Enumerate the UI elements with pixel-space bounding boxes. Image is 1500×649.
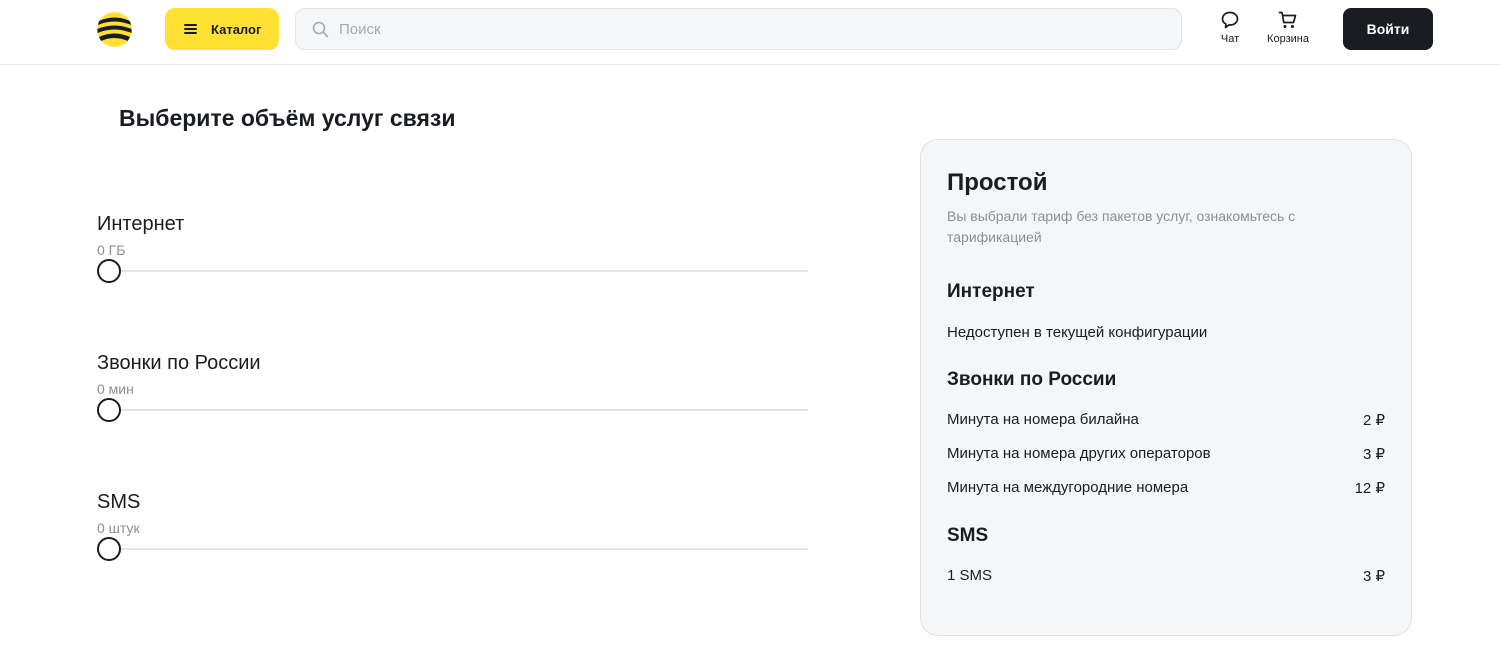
search-bar[interactable]: [295, 8, 1182, 50]
cart-button[interactable]: Корзина: [1260, 10, 1316, 45]
internet-slider-name: Интернет: [97, 213, 185, 235]
price-row-label: Минута на номера других операторов: [947, 445, 1211, 462]
sms-slider-name: SMS: [97, 491, 141, 513]
price-row-value: 3 ₽: [1362, 568, 1385, 585]
price-row-label: Минута на номера билайна: [947, 411, 1139, 428]
slider-thumb[interactable]: [97, 398, 121, 422]
slider-track[interactable]: [109, 270, 808, 272]
tariff-subtitle: Вы выбрали тариф без пакетов услуг, озна…: [947, 208, 1296, 245]
top-header: Каталог Чат Корзина Войти: [0, 0, 1500, 65]
price-row: 1 SMS 3 ₽: [947, 567, 1385, 585]
calls-heading: Звонки по России: [947, 369, 1117, 390]
cart-label: Корзина: [1267, 33, 1309, 45]
tariff-title: Простой: [947, 169, 1048, 196]
internet-slider[interactable]: [97, 258, 808, 284]
catalog-label: Каталог: [211, 21, 262, 37]
tariff-summary-card: Простой Вы выбрали тариф без пакетов усл…: [920, 139, 1412, 636]
cart-icon: [1278, 11, 1297, 28]
internet-heading: Интернет: [947, 281, 1035, 302]
calls-slider[interactable]: [97, 397, 808, 423]
slider-thumb[interactable]: [97, 259, 121, 283]
price-row: Минута на номера билайна 2 ₽: [947, 411, 1385, 429]
price-row-value: 2 ₽: [1362, 412, 1385, 429]
internet-note: Недоступен в текущей конфигурации: [947, 324, 1208, 341]
login-button[interactable]: Войти: [1343, 8, 1433, 50]
catalog-button[interactable]: Каталог: [165, 8, 279, 50]
sms-slider-value: 0 штук: [97, 520, 140, 536]
sms-slider-group: SMS 0 штук: [97, 491, 808, 562]
slider-track[interactable]: [109, 409, 808, 411]
sms-heading: SMS: [947, 525, 989, 546]
chat-label: Чат: [1220, 33, 1240, 45]
calls-slider-group: Звонки по России 0 мин: [97, 352, 808, 423]
price-row-label: Минута на междугородние номера: [947, 479, 1189, 496]
slider-track[interactable]: [109, 548, 808, 550]
calls-slider-name: Звонки по России: [97, 352, 261, 374]
price-row: Минута на номера других операторов 3 ₽: [947, 445, 1385, 463]
price-row-value: 3 ₽: [1362, 446, 1385, 463]
menu-icon: [184, 24, 197, 34]
chat-icon: [1221, 11, 1239, 29]
page-title: Выберите объём услуг связи: [119, 105, 456, 131]
internet-slider-value: 0 ГБ: [97, 242, 126, 258]
price-row: Минута на междугородние номера 12 ₽: [947, 479, 1385, 497]
beeline-logo-icon[interactable]: [97, 12, 132, 47]
price-row-label: 1 SMS: [947, 567, 993, 584]
price-row-value: 12 ₽: [1354, 480, 1385, 497]
calls-slider-value: 0 мин: [97, 381, 134, 397]
search-input[interactable]: [339, 20, 1139, 38]
chat-button[interactable]: Чат: [1212, 10, 1248, 45]
slider-thumb[interactable]: [97, 537, 121, 561]
sms-slider[interactable]: [97, 536, 808, 562]
search-icon: [312, 21, 329, 37]
internet-slider-group: Интернет 0 ГБ: [97, 213, 808, 284]
